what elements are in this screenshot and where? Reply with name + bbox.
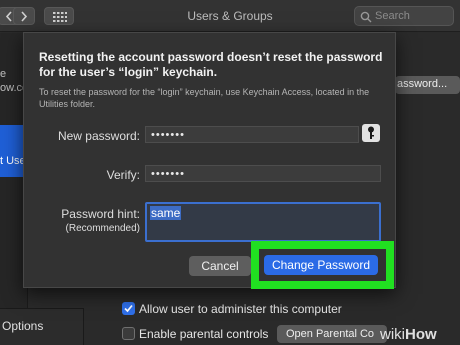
login-options-label: Options	[2, 319, 44, 333]
checkmark-icon	[124, 304, 133, 313]
chevron-right-icon	[21, 11, 28, 22]
window-toolbar: Users & Groups Search	[0, 0, 460, 32]
chevron-left-icon	[5, 11, 12, 22]
verify-value: •••••••	[151, 168, 185, 180]
grid-icon	[53, 12, 67, 22]
search-placeholder: Search	[375, 10, 410, 22]
sidebar-fragment: e	[0, 68, 7, 80]
forward-button[interactable]	[13, 7, 35, 25]
wikihow-watermark: wikiHow	[380, 326, 437, 343]
new-password-label: New password:	[57, 129, 140, 143]
verify-label: Verify:	[106, 168, 140, 182]
password-hint-sublabel: (Recommended)	[65, 223, 140, 234]
parental-controls-checkbox[interactable]	[122, 327, 135, 340]
parental-controls-label: Enable parental controls	[139, 327, 269, 341]
show-all-button[interactable]	[44, 7, 74, 25]
sidebar-selected-label: t Use	[0, 155, 26, 167]
change-password-button-bg[interactable]: assword...	[395, 76, 460, 94]
search-field[interactable]: Search	[354, 6, 454, 26]
allow-admin-checkbox[interactable]	[122, 302, 135, 315]
password-hint-field[interactable]: same	[145, 202, 381, 242]
login-options-item[interactable]: Options	[0, 308, 84, 345]
password-assistant-button[interactable]	[362, 124, 380, 142]
new-password-value: •••••••	[151, 129, 185, 141]
search-icon	[360, 11, 372, 23]
new-password-field[interactable]: •••••••	[145, 126, 359, 143]
change-password-button[interactable]: Change Password	[264, 255, 378, 275]
window-title: Users & Groups	[187, 9, 273, 23]
open-parental-controls-button[interactable]: Open Parental Co	[277, 325, 387, 343]
sheet-title: Resetting the account password doesn’t r…	[39, 50, 383, 79]
cancel-button[interactable]: Cancel	[189, 256, 251, 276]
verify-field[interactable]: •••••••	[145, 165, 381, 182]
key-icon	[368, 126, 374, 139]
password-hint-value: same	[150, 206, 182, 220]
allow-admin-label: Allow user to administer this computer	[139, 302, 342, 316]
sheet-subtitle: To reset the password for the “login” ke…	[39, 87, 370, 109]
password-hint-label: Password hint:	[61, 207, 140, 221]
